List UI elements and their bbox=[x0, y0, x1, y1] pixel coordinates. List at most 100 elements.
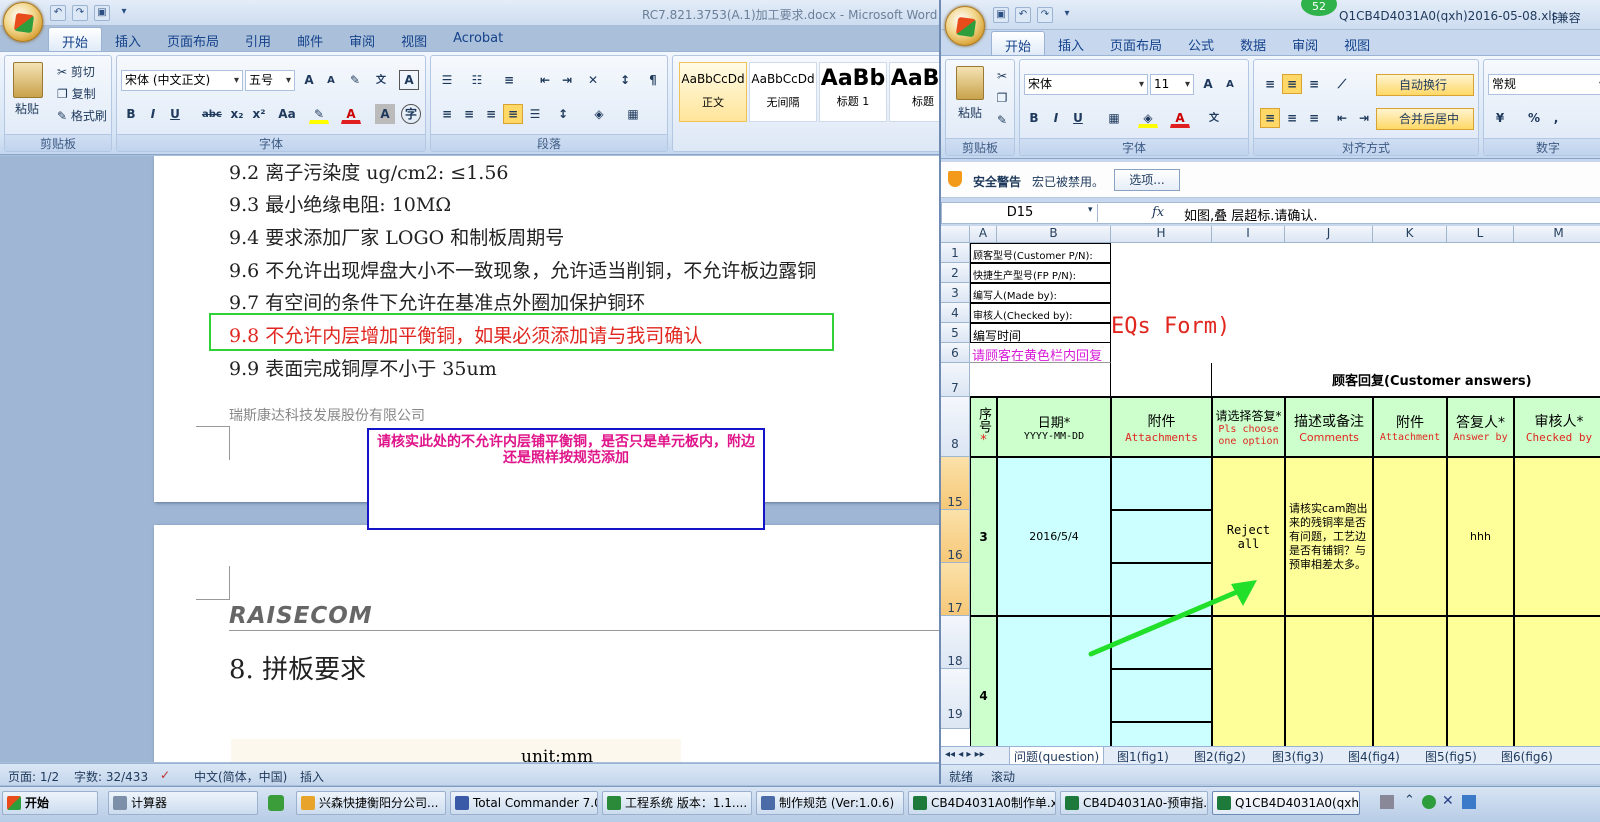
align-right-icon[interactable]: ≡ bbox=[481, 104, 501, 124]
font-name-combo[interactable]: 宋体 bbox=[1024, 74, 1148, 95]
item-3-checked-by[interactable] bbox=[1514, 457, 1600, 616]
tab-data[interactable]: 数据 bbox=[1227, 31, 1279, 55]
font-size-combo[interactable]: 五号 bbox=[245, 70, 295, 91]
change-case-icon[interactable]: Aa bbox=[273, 104, 301, 124]
item-4-answer-by[interactable] bbox=[1447, 616, 1514, 746]
sheet-tab-fig1[interactable]: 图1(fig1) bbox=[1117, 748, 1169, 765]
taskbar-item-excel-1[interactable]: CB4D4031A0制作单.xl... bbox=[908, 791, 1056, 815]
align-left-icon[interactable]: ≡ bbox=[437, 104, 457, 124]
sheet-tab-fig3[interactable]: 图3(fig3) bbox=[1272, 748, 1324, 765]
item-4-attachment-2[interactable] bbox=[1111, 669, 1212, 722]
tab-review[interactable]: 审阅 bbox=[1279, 31, 1331, 55]
row-header[interactable]: 18 bbox=[941, 616, 970, 669]
redo-icon[interactable]: ↷ bbox=[72, 5, 88, 21]
align-center-icon[interactable]: ≡ bbox=[1282, 108, 1302, 128]
office-button[interactable] bbox=[3, 2, 43, 42]
tab-page-layout[interactable]: 页面布局 bbox=[1097, 31, 1175, 55]
row-header[interactable]: 15 bbox=[941, 457, 970, 510]
paste-button[interactable]: 粘贴 bbox=[15, 100, 39, 117]
col-header-l[interactable]: L bbox=[1447, 226, 1514, 243]
row-header[interactable]: 17 bbox=[941, 563, 970, 616]
format-painter-button[interactable]: ✎ 格式刷 bbox=[57, 107, 107, 124]
col-header-a[interactable]: A bbox=[970, 226, 997, 243]
wrap-text-button[interactable]: 自动换行 bbox=[1376, 74, 1474, 96]
tab-formulas[interactable]: 公式 bbox=[1175, 31, 1227, 55]
review-comment-box[interactable]: 请核实此处的不允许内层铺平衡铜，是否只是单元板内，附边还是照样按规范添加 bbox=[367, 428, 765, 530]
tab-insert[interactable]: 插入 bbox=[102, 27, 154, 51]
item-4-checked-by[interactable] bbox=[1514, 616, 1600, 746]
chevron-down-icon[interactable]: ▾ bbox=[1088, 205, 1093, 215]
copy-button[interactable]: ❐ 复制 bbox=[57, 85, 96, 102]
tab-view[interactable]: 视图 bbox=[1331, 31, 1383, 55]
row-header[interactable]: 5 bbox=[941, 323, 970, 343]
row-header[interactable]: 3 bbox=[941, 283, 970, 303]
cell-a7[interactable] bbox=[970, 363, 1111, 397]
tab-page-layout[interactable]: 页面布局 bbox=[154, 27, 232, 51]
sort-icon[interactable]: ↕ bbox=[615, 70, 635, 90]
item-3-comment[interactable]: 请核实cam跑出来的残铜率是否有问题，工艺边是否有铺铜？与预审相差太多。 bbox=[1285, 457, 1373, 616]
cut-icon[interactable]: ✂ bbox=[992, 66, 1012, 86]
taskbar-item-eng-system[interactable]: 工程系统 版本：1.1.... bbox=[602, 791, 752, 815]
paste-icon[interactable] bbox=[13, 62, 43, 98]
fill-color-icon[interactable]: ◈ bbox=[1138, 108, 1158, 128]
comma-style-icon[interactable]: , bbox=[1546, 108, 1566, 128]
sheet-tab-fig2[interactable]: 图2(fig2) bbox=[1194, 748, 1246, 765]
col-header-m[interactable]: M bbox=[1514, 226, 1600, 243]
start-button[interactable]: 开始 bbox=[2, 791, 98, 815]
percent-icon[interactable]: % bbox=[1524, 108, 1544, 128]
redo-icon[interactable]: ↷ bbox=[1037, 7, 1053, 23]
taskbar-item-excel-active[interactable]: Q1CB4D4031A0(qxh)... bbox=[1212, 791, 1360, 815]
tab-view[interactable]: 视图 bbox=[388, 27, 440, 51]
item-4-seq[interactable]: 4 bbox=[970, 616, 997, 746]
item-4-attachment-3[interactable] bbox=[1111, 722, 1212, 746]
distributed-icon[interactable]: ☰ bbox=[525, 104, 545, 124]
align-center-icon[interactable]: ≡ bbox=[459, 104, 479, 124]
strikethrough-icon[interactable]: abc bbox=[201, 104, 222, 124]
col-header-k[interactable]: K bbox=[1373, 226, 1447, 243]
orientation-icon[interactable]: ⟋ bbox=[1332, 74, 1352, 94]
style-normal[interactable]: AaBbCcDd 正文 bbox=[679, 62, 747, 122]
superscript-icon[interactable]: x² bbox=[249, 104, 269, 124]
paste-button[interactable]: 粘贴 bbox=[958, 104, 982, 121]
shrink-font-icon[interactable]: A bbox=[1220, 74, 1240, 94]
row-header[interactable]: 7 bbox=[941, 363, 970, 397]
language-indicator[interactable]: 中文(简体，中国) bbox=[194, 768, 287, 785]
multilevel-list-icon[interactable]: ≡ bbox=[499, 70, 519, 90]
sheet-tab-fig4[interactable]: 图4(fig4) bbox=[1348, 748, 1400, 765]
taskbar-item-excel-2[interactable]: CB4D4031A0-预审指... bbox=[1060, 791, 1208, 815]
row-header[interactable]: 1 bbox=[941, 243, 970, 263]
close-icon[interactable]: ✕ bbox=[1442, 793, 1454, 809]
align-top-icon[interactable]: ≡ bbox=[1260, 74, 1280, 94]
page-indicator[interactable]: 页面: 1/2 bbox=[8, 768, 59, 785]
font-color-icon[interactable]: A bbox=[341, 104, 361, 124]
tab-references[interactable]: 引用 bbox=[232, 27, 284, 51]
underline-icon[interactable]: U bbox=[1068, 108, 1088, 128]
row-header[interactable]: 19 bbox=[941, 669, 970, 729]
grow-font-icon[interactable]: A bbox=[299, 70, 319, 90]
insert-mode[interactable]: 插入 bbox=[300, 768, 324, 785]
tray-app-icon[interactable] bbox=[268, 795, 284, 811]
increase-indent-icon[interactable]: ⇥ bbox=[557, 70, 577, 90]
spellcheck-icon[interactable]: ✓ bbox=[160, 768, 170, 782]
style-no-spacing[interactable]: AaBbCcDd 无间隔 bbox=[749, 62, 817, 122]
numbering-icon[interactable]: ☷ bbox=[467, 70, 487, 90]
function-icon[interactable]: fx bbox=[1152, 205, 1164, 220]
select-all-corner[interactable] bbox=[941, 226, 970, 243]
line-spacing-icon[interactable]: ↕ bbox=[553, 104, 573, 124]
bullets-icon[interactable]: ☰ bbox=[437, 70, 457, 90]
show-marks-icon[interactable]: ¶ bbox=[643, 70, 663, 90]
row-header[interactable]: 6 bbox=[941, 343, 970, 363]
security-options-button[interactable]: 选项... bbox=[1114, 169, 1180, 191]
col-header-i[interactable]: I bbox=[1212, 226, 1285, 243]
name-box[interactable]: D15 bbox=[943, 204, 1098, 222]
chevron-up-icon[interactable]: ⌃ bbox=[1404, 793, 1415, 808]
shading-icon[interactable]: ◈ bbox=[589, 104, 609, 124]
item-3-attachment-2[interactable] bbox=[1111, 510, 1212, 563]
sheet-tab-fig6[interactable]: 图6(fig6) bbox=[1501, 748, 1553, 765]
chinese-layout-icon[interactable]: ✕ bbox=[583, 70, 603, 90]
taskbar-item-total-commander[interactable]: Total Commander 7.0 p... bbox=[450, 791, 598, 815]
merge-center-button[interactable]: 合并后居中 bbox=[1376, 108, 1474, 130]
borders-icon[interactable]: ▦ bbox=[1104, 108, 1124, 128]
decrease-indent-icon[interactable]: ⇤ bbox=[1332, 108, 1352, 128]
font-color-icon[interactable]: A bbox=[1170, 108, 1190, 128]
